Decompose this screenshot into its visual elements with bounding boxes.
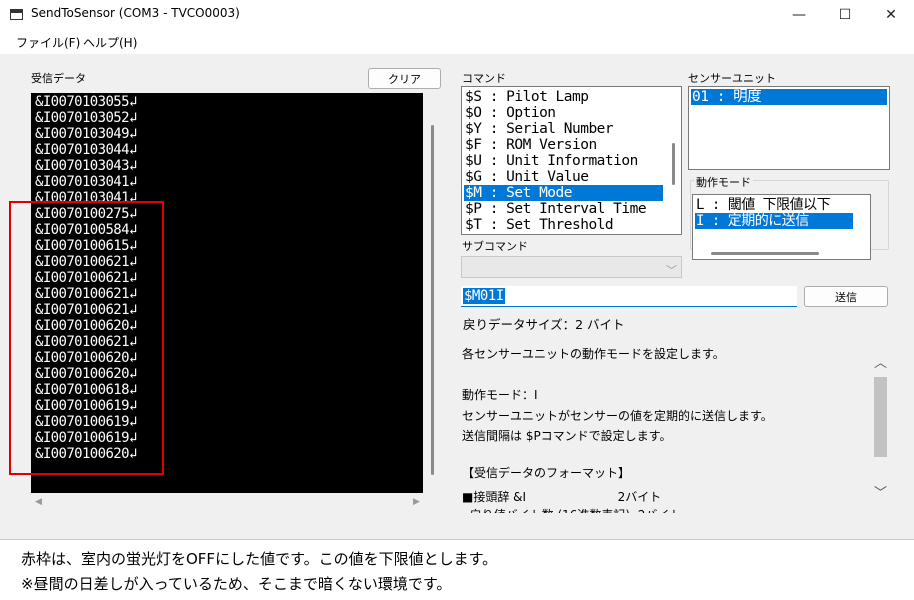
window-title: SendToSensor (COM3 - TVCO0003)	[31, 6, 240, 20]
command-list-scroll-thumb[interactable]	[672, 143, 675, 185]
menu-help[interactable]: ヘルプ(H)	[83, 34, 137, 51]
console-line: &I0070103052↲	[35, 110, 137, 126]
command-list[interactable]: $S : Pilot Lamp $O : Option $Y : Serial Nu…	[461, 86, 682, 235]
console-scroll-thumb[interactable]	[431, 125, 434, 475]
console-vertical-scrollbar[interactable]	[424, 93, 442, 493]
mode-item[interactable]: L : 閾値 下限値以下	[695, 197, 853, 213]
description-line: 戻り値バイト数 (16進数表記) 2バイト	[462, 506, 682, 513]
command-list-item[interactable]: $M : Set Mode	[464, 185, 663, 201]
description-line: ■接頭辞 &I 2バイト	[462, 490, 662, 504]
highlight-frame	[9, 201, 164, 475]
maximize-button[interactable]: ☐	[822, 0, 868, 30]
sensor-unit-item[interactable]: 01 : 明度	[691, 89, 887, 105]
app-icon	[10, 9, 23, 20]
command-list-item[interactable]: $O : Option	[464, 105, 663, 121]
description-line: 送信間隔は $Pコマンドで設定します。	[462, 429, 672, 443]
console-line: &I0070103044↲	[35, 142, 137, 158]
command-list-item[interactable]: $F : ROM Version	[464, 137, 663, 153]
command-list-item[interactable]: $Y : Serial Number	[464, 121, 663, 137]
console-line: &I0070103049↲	[35, 126, 137, 142]
mode-label: 動作モード	[694, 174, 753, 190]
description-scroll-thumb[interactable]	[874, 377, 887, 457]
description-line: 各センサーユニットの動作モードを設定します。	[462, 347, 725, 361]
return-data-size: 戻りデータサイズ：2 バイト	[463, 317, 625, 332]
close-button[interactable]: ✕	[868, 0, 914, 30]
menu-file[interactable]: ファイル(F)	[16, 34, 80, 51]
minimize-button[interactable]: —	[776, 0, 822, 30]
command-list-item[interactable]: $G : Unit Value	[464, 169, 663, 185]
description-line: 【受信データのフォーマット】	[462, 466, 631, 480]
description-scrollbar[interactable]: ︿ ﹀	[872, 352, 889, 512]
menu-bar: ファイル(F) ヘルプ(H)	[0, 30, 914, 54]
console-line: &I0070103055↲	[35, 94, 137, 110]
scroll-down-icon[interactable]: ﹀	[874, 482, 887, 501]
command-list-item[interactable]: $T : Set Threshold	[464, 217, 663, 233]
chevron-down-icon: ﹀	[666, 264, 677, 277]
command-list-item[interactable]: $S : Pilot Lamp	[464, 89, 663, 105]
sub-command-select[interactable]: ﹀	[461, 256, 682, 278]
command-list-item[interactable]: $P : Set Interval Time	[464, 201, 663, 217]
title-bar: SendToSensor (COM3 - TVCO0003) — ☐ ✕	[0, 0, 914, 30]
sensor-unit-list[interactable]: 01 : 明度	[688, 86, 890, 170]
received-data-label: 受信データ	[31, 72, 86, 85]
console-line: &I0070103041↲	[35, 174, 137, 190]
sensor-unit-label: センサーユニット	[688, 72, 776, 85]
mode-list-hscroll-thumb[interactable]	[711, 252, 819, 255]
app-window: SendToSensor (COM3 - TVCO0003) — ☐ ✕ ファイ…	[0, 0, 914, 540]
description-line: センサーユニットがセンサーの値を定期的に送信します。	[462, 409, 773, 423]
send-button[interactable]: 送信	[804, 286, 888, 307]
command-label: コマンド	[462, 72, 506, 85]
mode-item[interactable]: I : 定期的に送信	[695, 213, 853, 229]
clear-button[interactable]: クリア	[368, 68, 441, 89]
scroll-up-icon[interactable]: ︿	[874, 352, 887, 371]
scroll-right-icon[interactable]: ▶	[413, 497, 420, 507]
scroll-left-icon[interactable]: ◀	[35, 497, 42, 507]
console-line: &I0070103043↲	[35, 158, 137, 174]
sub-command-label: サブコマンド	[462, 240, 528, 253]
command-input[interactable]: $M01I	[461, 286, 797, 307]
caption-line-2: ※昼間の日差しが入っているため、そこまで暗くない環境です。	[21, 575, 452, 593]
command-input-value: $M01I	[463, 288, 505, 304]
caption-line-1: 赤枠は、室内の蛍光灯をOFFにした値です。この値を下限値とします。	[21, 550, 498, 568]
mode-list[interactable]: L : 閾値 下限値以下 I : 定期的に送信	[692, 194, 871, 260]
command-list-item[interactable]: $U : Unit Information	[464, 153, 663, 169]
description-line: 動作モード：I	[462, 388, 538, 402]
console-horizontal-scrollbar[interactable]: ◀ ▶	[31, 494, 423, 510]
